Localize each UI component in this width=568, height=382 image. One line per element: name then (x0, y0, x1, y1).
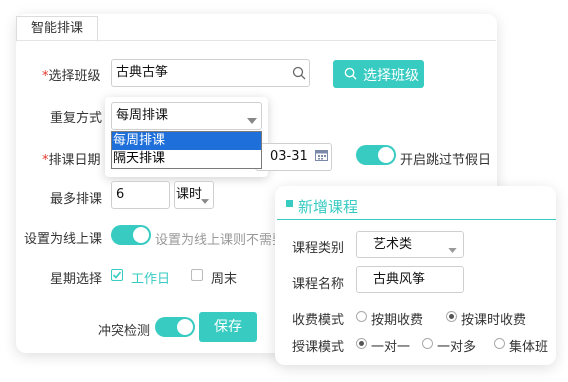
date-label: *排课日期 (42, 149, 101, 168)
online-toggle[interactable] (111, 225, 151, 245)
save-button[interactable]: 保存 (199, 312, 257, 342)
search-icon (344, 67, 357, 80)
repeat-select-value: 每周排课 (116, 108, 169, 123)
skip-holiday-toggle[interactable] (356, 145, 396, 165)
chevron-down-icon (448, 242, 457, 253)
date-end-value: 03-31 (270, 149, 308, 164)
search-icon[interactable] (292, 66, 306, 80)
repeat-option-weekly[interactable]: 每周排课 (112, 132, 261, 150)
one-to-many-radio[interactable] (422, 338, 433, 349)
fee-mode-label: 收费模式 (292, 313, 345, 328)
category-select-value: 艺术类 (373, 237, 413, 252)
calendar-icon[interactable] (315, 149, 328, 161)
weekend-checkbox[interactable] (191, 269, 203, 281)
conflict-toggle[interactable] (155, 317, 195, 337)
class-input-value: 古典古筝 (116, 65, 169, 80)
chevron-down-icon (201, 193, 209, 204)
tab-divider (16, 40, 496, 41)
online-hint: 设置为线上课则不需要 (155, 233, 277, 248)
popup-title: 新增课程 (298, 198, 359, 216)
group-class-label: 集体班 (509, 340, 549, 355)
chevron-down-icon (247, 113, 257, 124)
one-to-many-label: 一对多 (437, 340, 477, 355)
unit-select-value: 课时 (176, 187, 203, 202)
select-class-button[interactable]: 选择班级 (333, 60, 424, 88)
class-label-text: 选择班级 (48, 69, 101, 84)
max-label: 最多排课 (50, 192, 103, 207)
skip-holiday-label: 开启跳过节假日 (400, 153, 492, 168)
fee-by-lesson-label: 按课时收费 (461, 313, 527, 328)
fee-by-term-radio[interactable] (356, 311, 367, 322)
one-to-one-radio[interactable] (356, 338, 367, 349)
tab-smart-scheduling[interactable]: 智能排课 (16, 16, 98, 42)
group-class-radio[interactable] (494, 338, 505, 349)
online-label: 设置为线上课 (24, 232, 103, 247)
category-label: 课程类别 (292, 241, 345, 256)
toggle-knob (133, 227, 149, 243)
popup-title-divider (277, 219, 556, 220)
course-name-label: 课程名称 (292, 277, 345, 292)
course-name-value: 古典风筝 (373, 272, 426, 287)
teach-mode-label: 授课模式 (292, 340, 345, 355)
class-input[interactable]: 古典古筝 (111, 59, 310, 87)
repeat-label: 重复方式 (50, 111, 103, 126)
max-input-value: 6 (116, 187, 125, 202)
one-to-one-label: 一对一 (371, 340, 411, 355)
title-marker (286, 200, 293, 207)
conflict-label: 冲突检测 (98, 324, 151, 339)
workday-checkbox[interactable] (111, 269, 123, 281)
select-class-button-label: 选择班级 (363, 68, 419, 84)
course-name-input[interactable]: 古典风筝 (356, 266, 464, 293)
max-input[interactable]: 6 (111, 181, 170, 209)
check-icon (112, 271, 122, 279)
repeat-options-list: 每周排课 隔天排课 (111, 131, 262, 169)
repeat-option-alternate-day[interactable]: 隔天排课 (112, 150, 261, 168)
weekday-label: 星期选择 (50, 272, 103, 287)
toggle-knob (177, 319, 193, 335)
workday-label: 工作日 (131, 272, 171, 287)
repeat-select[interactable]: 每周排课 (111, 102, 262, 130)
toggle-knob (378, 147, 394, 163)
fee-by-term-label: 按期收费 (371, 313, 424, 328)
class-label: *选择班级 (42, 65, 101, 84)
date-label-text: 排课日期 (48, 153, 101, 168)
weekend-label: 周末 (211, 272, 238, 287)
fee-by-lesson-radio[interactable] (446, 311, 457, 322)
